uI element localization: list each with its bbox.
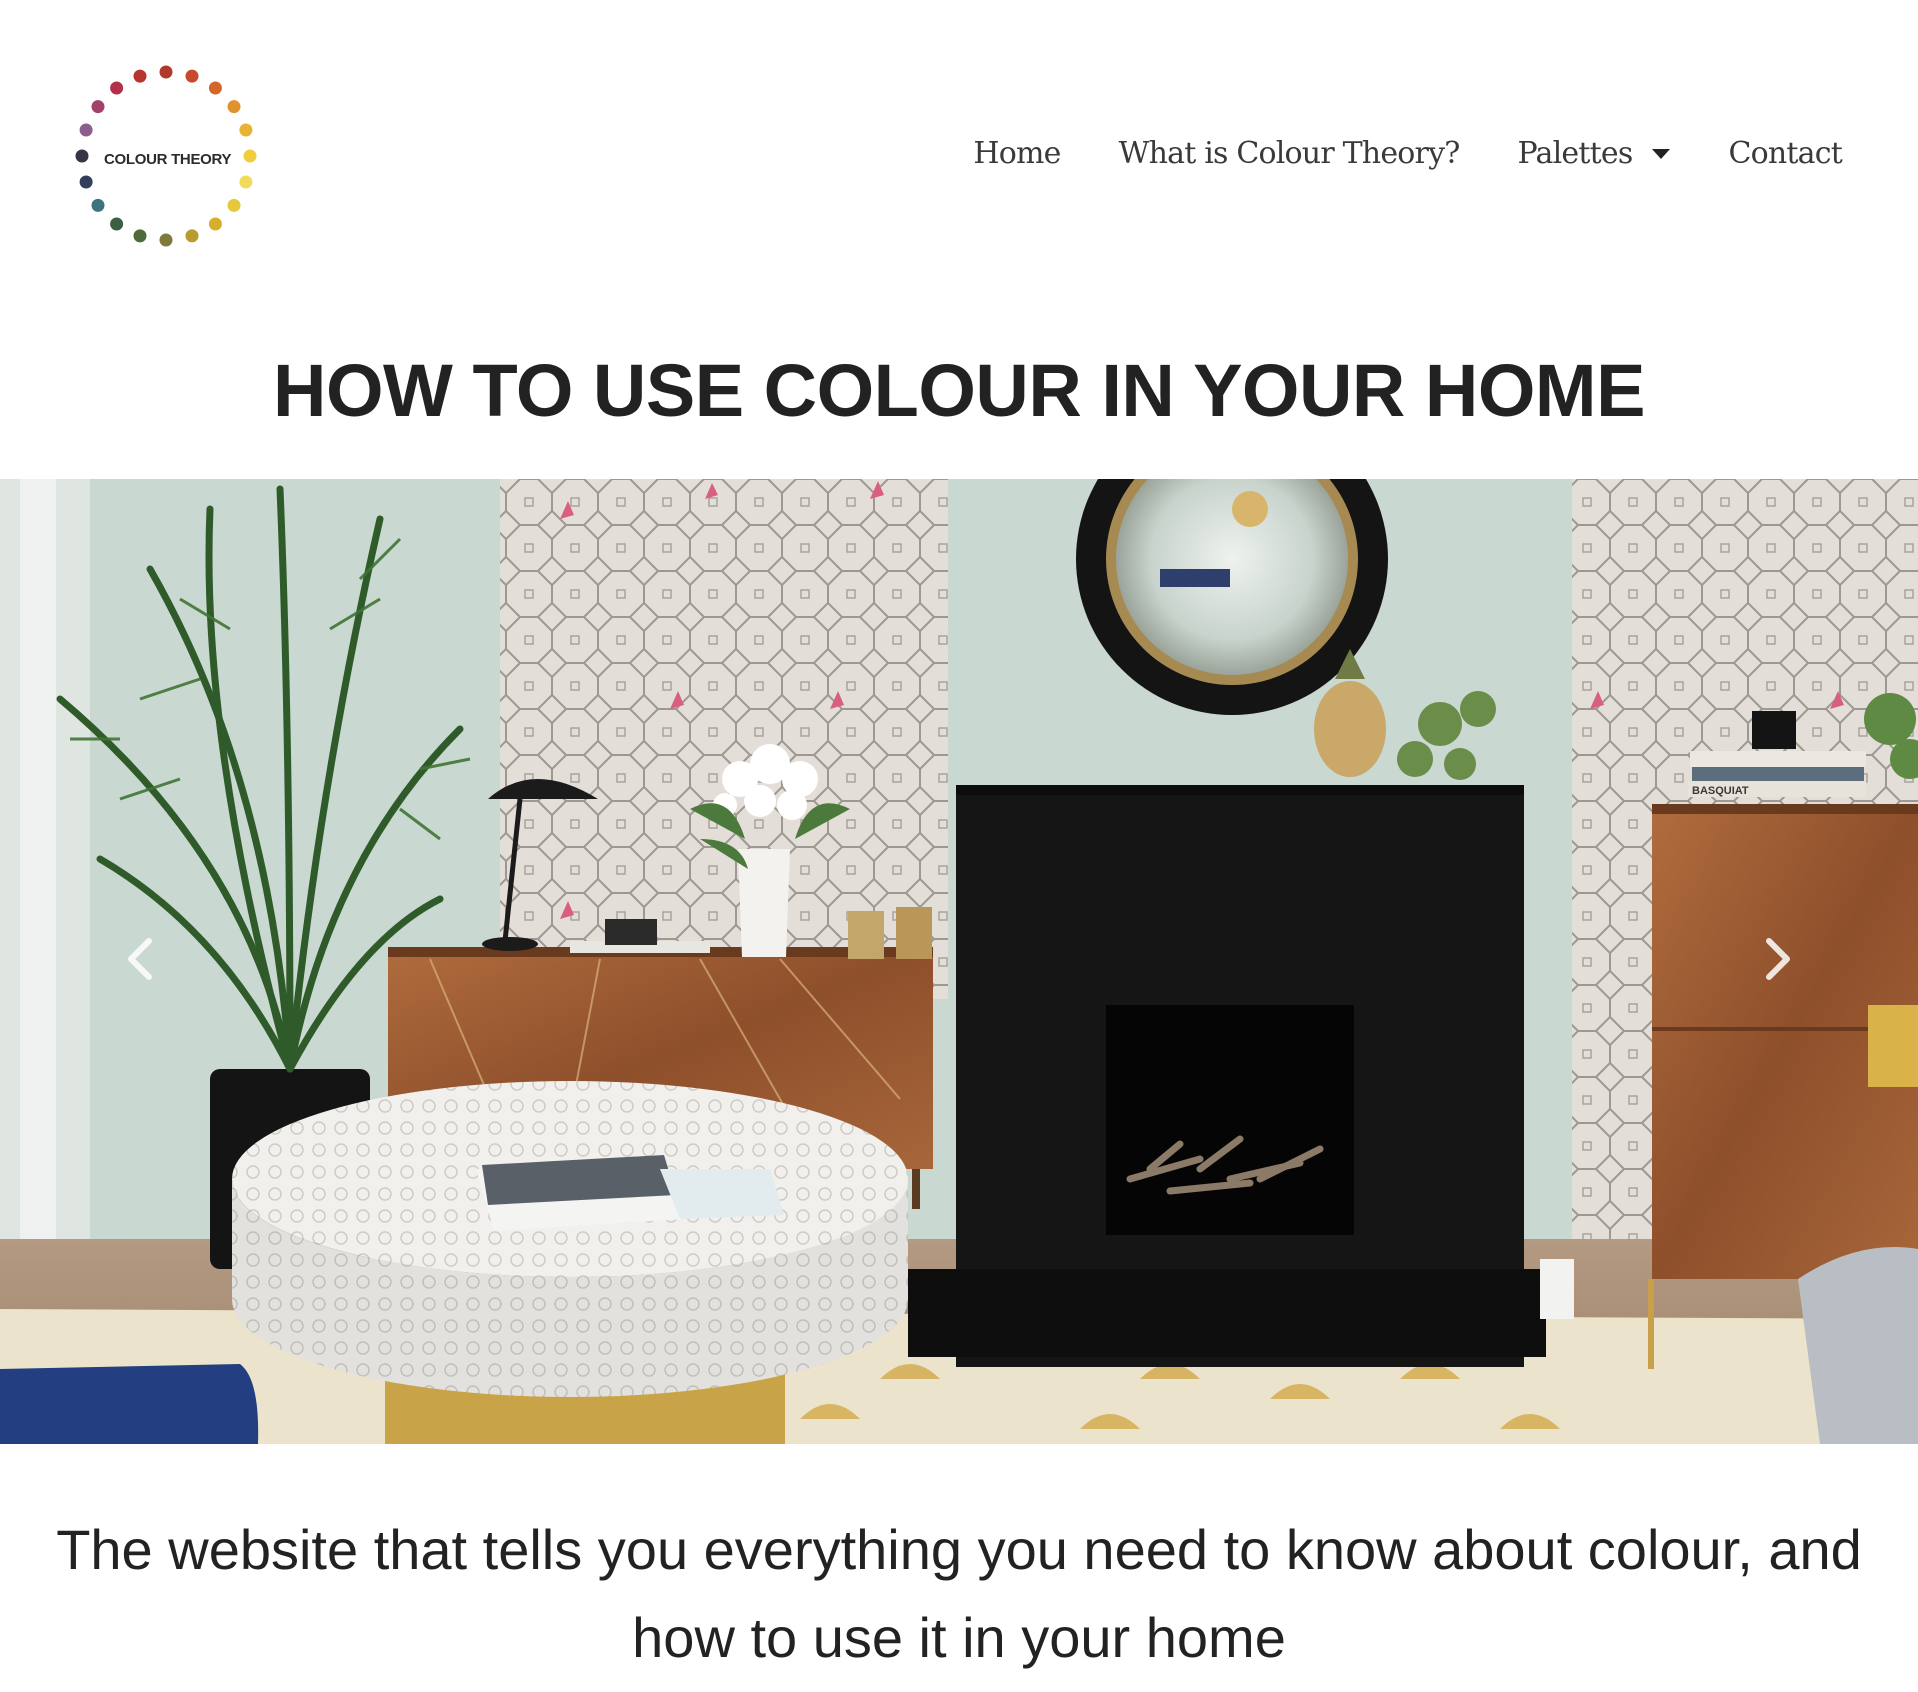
nav-palettes-label: Palettes: [1517, 136, 1634, 171]
logo-dot: [79, 123, 93, 137]
logo-dot: [227, 198, 241, 212]
carousel-prev-button[interactable]: [110, 919, 170, 999]
logo-dot: [159, 233, 173, 247]
logo-dot: [208, 217, 222, 231]
logo-dot: [133, 229, 147, 243]
carousel-next-button[interactable]: [1748, 919, 1808, 999]
nav-home[interactable]: Home: [973, 136, 1061, 171]
nav-palettes-dropdown[interactable]: Palettes: [1518, 136, 1671, 171]
chevron-right-icon: [1766, 938, 1790, 980]
logo-dot: [227, 100, 241, 114]
logo-dot: [110, 81, 124, 95]
tagline: The website that tells you everything yo…: [0, 1506, 1918, 1682]
caret-down-icon: [1652, 148, 1671, 159]
logo-dot: [208, 81, 222, 95]
logo-dot: [239, 175, 253, 189]
tagline-line-1: The website that tells you everything yo…: [56, 1518, 1862, 1581]
tagline-line-2: how to use it in your home: [632, 1606, 1286, 1669]
book-spine-text: BASQUIAT: [1692, 785, 1749, 797]
logo-text: COLOUR THEORY: [104, 151, 232, 168]
site-logo[interactable]: COLOUR THEORY: [66, 64, 266, 264]
hero-carousel: BASQUIAT: [0, 479, 1918, 1444]
page-title: HOW TO USE COLOUR IN YOUR HOME: [273, 349, 1645, 432]
logo-dot: [159, 65, 173, 79]
logo-dot: [133, 69, 147, 83]
nav-contact[interactable]: Contact: [1728, 136, 1842, 171]
logo-dot: [91, 100, 105, 114]
page: COLOUR THEORY Home What is Colour Theory…: [0, 0, 1918, 1692]
nav-home-label: Home: [973, 136, 1061, 171]
main-nav: Home What is Colour Theory? Palettes Con…: [973, 136, 1842, 171]
nav-what-is-label: What is Colour Theory?: [1118, 136, 1461, 171]
living-room-photo: BASQUIAT: [0, 479, 1918, 1444]
nav-contact-label: Contact: [1728, 136, 1842, 171]
logo-dot: [79, 175, 93, 189]
logo-dot: [239, 123, 253, 137]
chevron-left-icon: [128, 938, 152, 980]
logo-dot: [185, 69, 199, 83]
logo-dot: [75, 149, 89, 163]
logo-dot: [185, 229, 199, 243]
logo-dot: [91, 198, 105, 212]
nav-what-is-colour-theory[interactable]: What is Colour Theory?: [1118, 136, 1461, 171]
logo-dot: [110, 217, 124, 231]
